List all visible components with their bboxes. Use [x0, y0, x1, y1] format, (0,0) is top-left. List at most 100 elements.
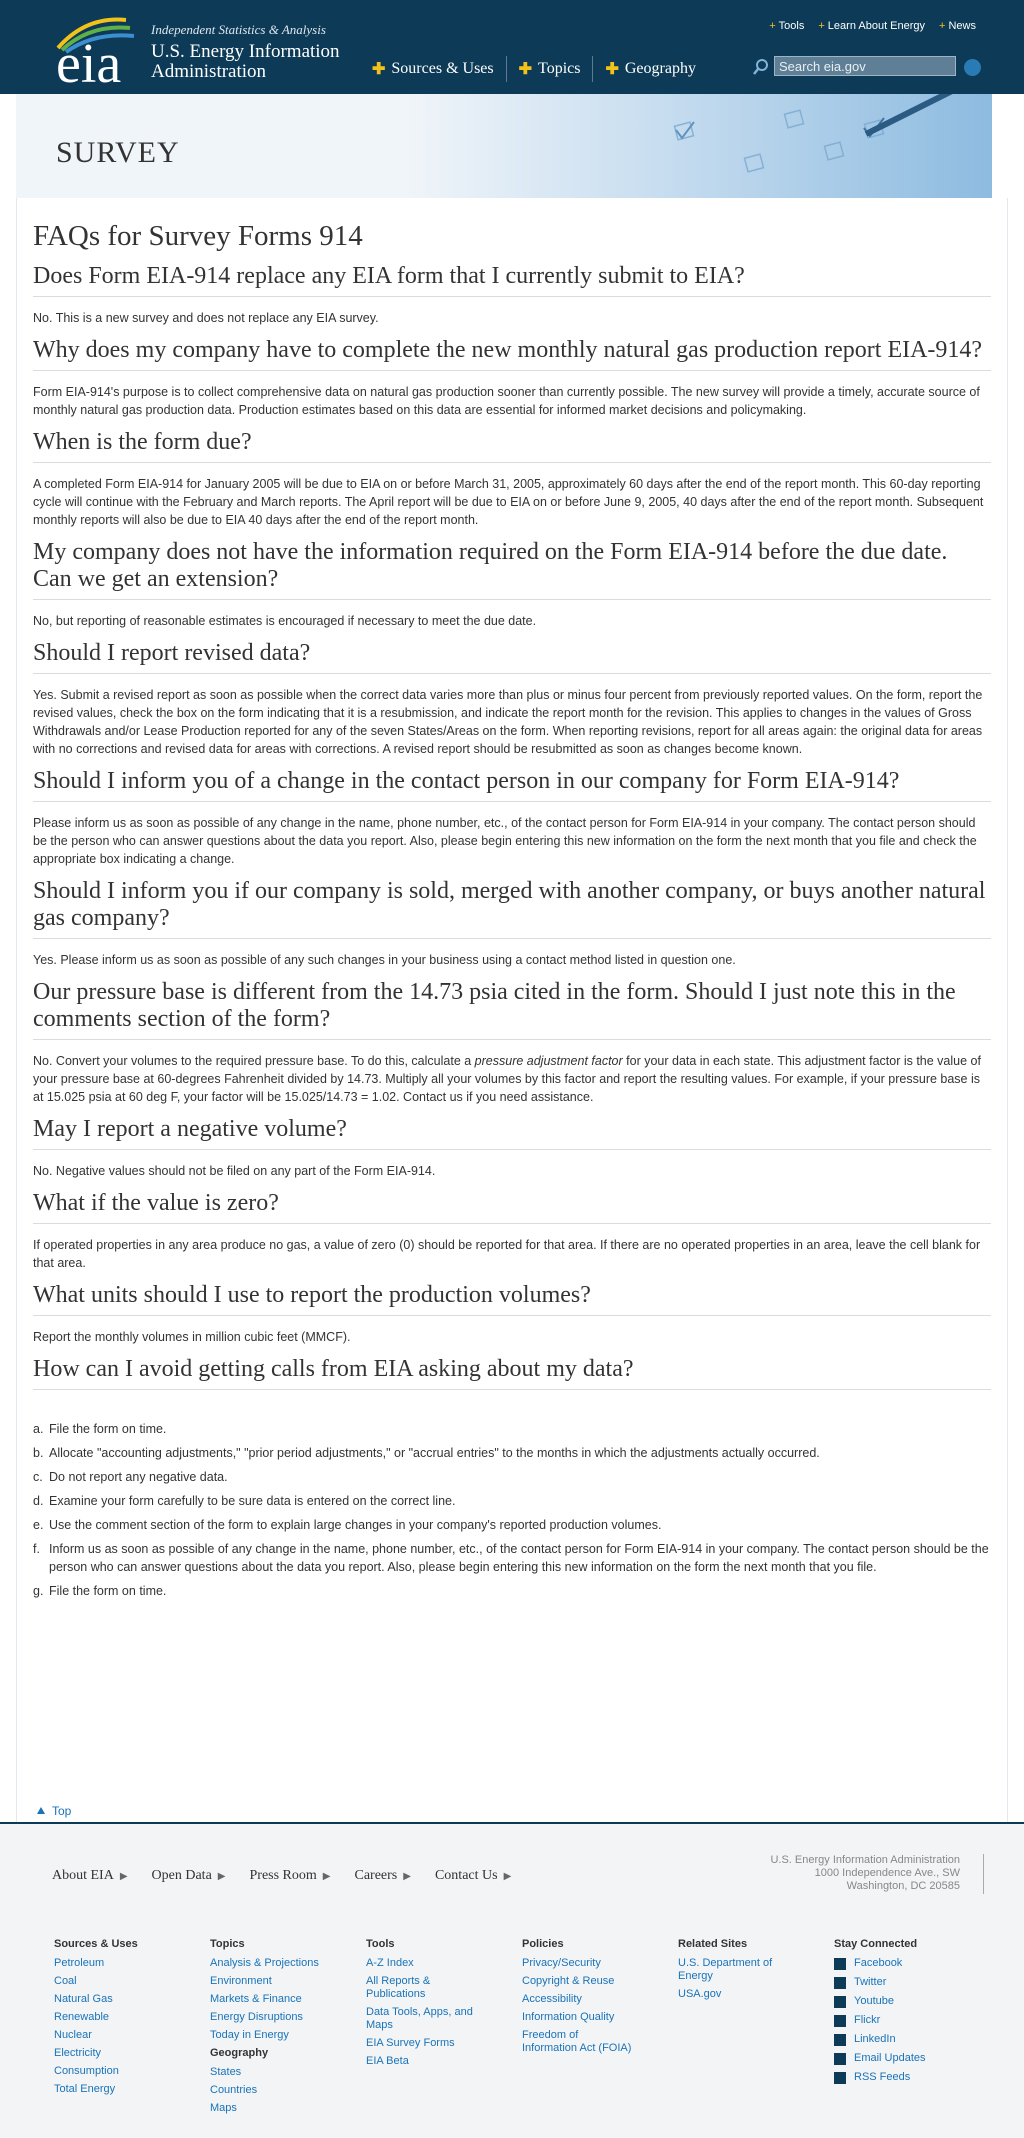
logo-org-name: U.S. Energy Information Administration — [151, 42, 340, 82]
footer-link[interactable]: Maps — [210, 2102, 320, 2115]
social-youtube[interactable]: Youtube — [834, 1995, 990, 2008]
faq-question: Our pressure base is different from the … — [33, 979, 991, 1040]
footer-link[interactable]: Information Quality — [522, 2011, 632, 2024]
address-line: 1000 Independence Ave., SW — [814, 1867, 960, 1879]
nav-topics[interactable]: ✚ Topics — [507, 56, 593, 82]
social-flickr[interactable]: Flickr — [834, 2014, 990, 2027]
faq-answer: Form EIA-914's purpose is to collect com… — [33, 385, 980, 417]
util-learn[interactable]: + Learn About Energy — [818, 20, 925, 32]
footer-link[interactable]: Accessibility — [522, 1993, 632, 2006]
utility-nav: + Tools + Learn About Energy + News — [769, 20, 976, 32]
footer-link[interactable]: Energy Disruptions — [210, 2011, 320, 2024]
footer-link[interactable]: Today in Energy — [210, 2029, 320, 2042]
footer-link[interactable]: Renewable — [54, 2011, 164, 2024]
util-news[interactable]: + News — [939, 20, 976, 32]
footer-nav-label: Press Room — [249, 1868, 317, 1883]
footer-link[interactable]: A-Z Index — [366, 1957, 476, 1970]
list-letter: a. — [33, 1422, 44, 1436]
footer-link[interactable]: Natural Gas — [54, 1993, 164, 2006]
footer-link[interactable]: Environment — [210, 1975, 320, 1988]
faq-answer: Report the monthly volumes in million cu… — [33, 1330, 351, 1344]
footer-link[interactable]: EIA Survey Forms — [366, 2037, 476, 2050]
footer-link[interactable]: EIA Beta — [366, 2055, 476, 2068]
footer-col-tools: Tools A-Z Index All Reports & Publicatio… — [366, 1938, 522, 2120]
list-text: File the form on time. — [49, 1584, 167, 1598]
faq-answer: Yes. Submit a revised report as soon as … — [33, 688, 983, 756]
footer-link[interactable]: Freedom of Information Act (FOIA) — [522, 2029, 632, 2055]
list-item: a. File the form on time. — [33, 1420, 991, 1438]
footer-nav-press-room[interactable]: Press Room ▶ — [250, 1868, 331, 1884]
social-label: Email Updates — [854, 2052, 926, 2064]
footer-nav-contact[interactable]: Contact Us ▶ — [435, 1868, 511, 1884]
nav-label: Sources & Uses — [391, 60, 494, 77]
faq-question: When is the form due? — [33, 429, 991, 463]
answer-text: No. Convert your volumes to the required… — [33, 1054, 475, 1068]
footer-nav: About EIA ▶ Open Data ▶ Press Room ▶ Career… — [52, 1868, 511, 1884]
plus-icon: ✚ — [605, 61, 619, 78]
search-icon — [753, 59, 768, 75]
search-bar — [752, 56, 982, 78]
footer-link[interactable]: Electricity — [54, 2047, 164, 2060]
util-label: News — [948, 20, 976, 32]
facebook-icon — [834, 1957, 846, 1970]
back-to-top-link[interactable]: Top — [36, 1804, 71, 1818]
social-label: Flickr — [854, 2014, 881, 2026]
footer-link[interactable]: Analysis & Projections — [210, 1957, 320, 1970]
list-text: Allocate "accounting adjustments," "prio… — [49, 1446, 820, 1460]
footer-nav-label: About EIA — [52, 1868, 114, 1883]
back-to-top-label: Top — [52, 1804, 72, 1818]
footer-link[interactable]: Privacy/Security — [522, 1957, 632, 1970]
footer-link[interactable]: Countries — [210, 2084, 320, 2097]
social-rss[interactable]: RSS Feeds — [834, 2071, 990, 2084]
faq-question: Should I inform you of a change in the c… — [33, 768, 991, 802]
faq-answer: A completed Form EIA-914 for January 200… — [33, 477, 984, 527]
footer-link[interactable]: Consumption — [54, 2065, 164, 2078]
social-linkedin[interactable]: LinkedIn — [834, 2033, 990, 2046]
avoid-calls-list: a. File the form on time. b. Allocate "acc… — [33, 1420, 991, 1600]
footer-link[interactable]: Nuclear — [54, 2029, 164, 2042]
nav-sources-uses[interactable]: ✚ Sources & Uses — [360, 56, 506, 82]
footer-link[interactable]: Total Energy — [54, 2083, 164, 2096]
list-text: Do not report any negative data. — [49, 1470, 228, 1484]
plus-icon: ✚ — [518, 61, 533, 78]
footer-link[interactable]: All Reports & Publications — [366, 1975, 476, 2001]
chevron-right-icon: ▶ — [403, 1871, 411, 1882]
list-item: d. Examine your form carefully to be sure… — [33, 1492, 991, 1510]
footer-link[interactable]: Markets & Finance — [210, 1993, 320, 2006]
footer-nav-careers[interactable]: Careers ▶ — [355, 1868, 411, 1884]
footer-link[interactable]: Petroleum — [54, 1957, 164, 1970]
plus-icon: + — [818, 20, 825, 32]
list-item: g. File the form on time. — [33, 1582, 991, 1600]
util-tools[interactable]: + Tools — [769, 20, 804, 32]
list-text: File the form on time. — [49, 1422, 167, 1436]
logo-org-line2: Administration — [151, 61, 267, 82]
search-submit-button[interactable] — [964, 59, 981, 76]
footer-col-sources: Sources & Uses Petroleum Coal Natural Ga… — [54, 1938, 210, 2120]
footer-link[interactable]: USA.gov — [678, 1988, 788, 2001]
list-item: e. Use the comment section of the form to… — [33, 1516, 991, 1534]
footer-link[interactable]: U.S. Department of Energy — [678, 1957, 788, 1983]
social-email[interactable]: Email Updates — [834, 2052, 990, 2065]
footer-link[interactable]: Coal — [54, 1975, 164, 1988]
footer-nav-open-data[interactable]: Open Data ▶ — [152, 1868, 226, 1884]
social-facebook[interactable]: Facebook — [834, 1957, 990, 1970]
search-input[interactable] — [774, 56, 956, 76]
footer-link[interactable]: States — [210, 2066, 320, 2079]
footer-col-related: Related Sites U.S. Department of Energy … — [678, 1938, 834, 2120]
nav-geography[interactable]: ✚ Geography — [593, 56, 708, 82]
eia-logo[interactable]: eia Independent Statistics & Analysis U.… — [56, 14, 356, 92]
faq-answer: If operated properties in any area produ… — [33, 1238, 981, 1270]
chevron-right-icon: ▶ — [217, 1871, 226, 1882]
list-letter: e. — [33, 1518, 44, 1532]
footer-col-topics: Topics Analysis & Projections Environmen… — [210, 1938, 366, 2120]
social-twitter[interactable]: Twitter — [834, 1976, 990, 1989]
faq-question: How can I avoid getting calls from EIA a… — [33, 1356, 991, 1390]
faq-question: Does Form EIA-914 replace any EIA form t… — [33, 263, 991, 297]
emphasis-term: pressure adjustment factor — [474, 1054, 623, 1068]
nav-label: Geography — [624, 60, 696, 77]
footer-link[interactable]: Data Tools, Apps, and Maps — [366, 2006, 476, 2032]
footer-nav-about[interactable]: About EIA ▶ — [52, 1868, 128, 1884]
address-divider — [983, 1854, 984, 1894]
footer-link[interactable]: Copyright & Reuse — [522, 1975, 632, 1988]
faq-question: What units should I use to report the pr… — [33, 1282, 991, 1316]
